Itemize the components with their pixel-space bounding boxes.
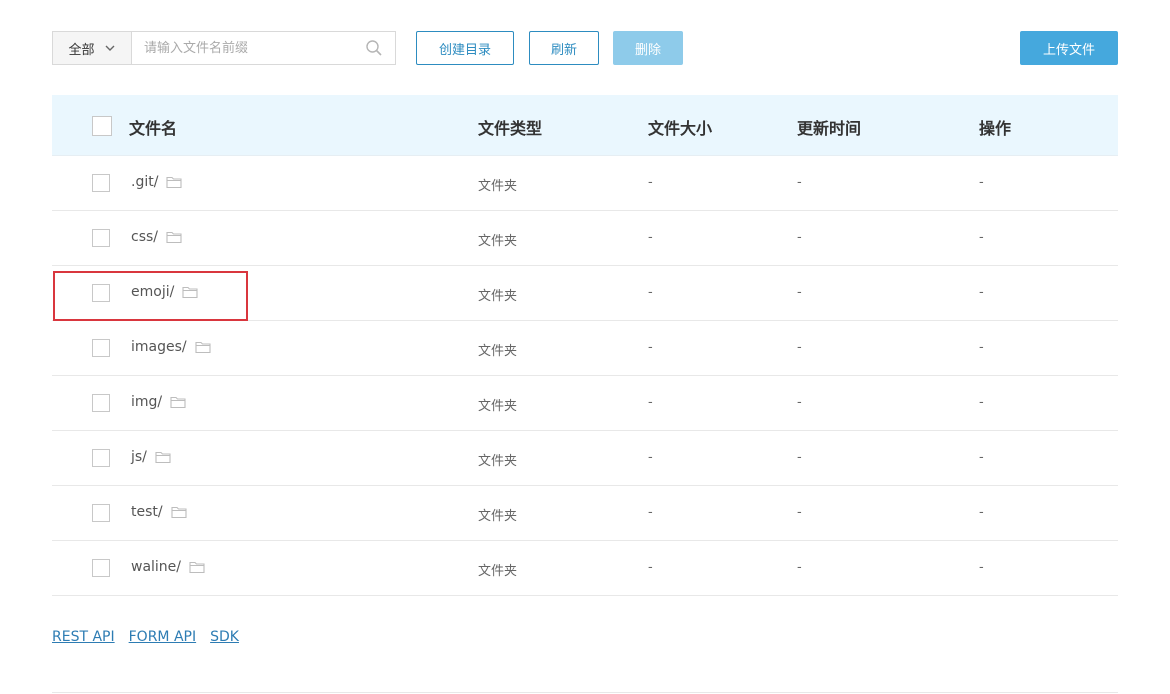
file-type: 文件夹 [478,179,518,194]
file-name[interactable]: js/ [131,449,147,465]
row-checkbox[interactable] [92,504,110,522]
refresh-button[interactable]: 刷新 [529,31,599,65]
header-updated: 更新时间 [797,119,862,138]
file-size: - [648,175,653,190]
footer-links: REST API FORM API SDK [52,629,239,645]
row-checkbox[interactable] [92,394,110,412]
file-updated: - [797,450,802,465]
file-name[interactable]: img/ [131,394,162,410]
header-actions: 操作 [979,119,1012,138]
folder-icon [166,175,182,189]
file-type: 文件夹 [478,454,518,469]
table-body: .git/文件夹 - - - css/文件夹 - - - emoji/文件夹 - - - images/… [52,156,1118,596]
file-size: - [648,505,653,520]
file-name[interactable]: css/ [131,229,158,245]
file-name[interactable]: waline/ [131,559,181,575]
table-row: waline/文件夹 - - - [52,541,1118,596]
file-type: 文件夹 [478,234,518,249]
table-row: emoji/文件夹 - - - [52,266,1118,321]
file-type: 文件夹 [478,344,518,359]
row-checkbox[interactable] [92,559,110,577]
file-name-cell[interactable]: css/ [131,229,182,245]
file-size: - [648,395,653,410]
folder-icon [171,505,187,519]
delete-button[interactable]: 删除 [613,31,683,65]
file-name[interactable]: .git/ [131,174,158,190]
file-size: - [648,560,653,575]
toolbar: 全部 创建目录 刷新 删除 上传文件 [52,31,1118,65]
file-name-cell[interactable]: waline/ [131,559,205,575]
file-table: 文件名 文件类型 文件大小 更新时间 操作 .git/文件夹 - - - css/文件夹… [52,95,1118,596]
search-icon[interactable] [365,39,383,57]
row-checkbox[interactable] [92,449,110,467]
file-type: 文件夹 [478,289,518,304]
folder-icon [166,230,182,244]
header-name: 文件名 [129,119,178,138]
file-updated: - [797,560,802,575]
table-row: css/文件夹 - - - [52,211,1118,266]
sdk-link[interactable]: SDK [210,629,239,645]
file-type: 文件夹 [478,399,518,414]
file-size: - [648,450,653,465]
file-actions: - [979,395,984,410]
table-row: img/文件夹 - - - [52,376,1118,431]
folder-icon [195,340,211,354]
file-updated: - [797,340,802,355]
table-row: js/文件夹 - - - [52,431,1118,486]
file-type: 文件夹 [478,509,518,524]
rest-api-link[interactable]: REST API [52,629,115,645]
file-name[interactable]: test/ [131,504,163,520]
file-size: - [648,230,653,245]
file-updated: - [797,395,802,410]
row-checkbox[interactable] [92,284,110,302]
file-actions: - [979,505,984,520]
filter-select-label: 全部 [68,42,95,58]
file-actions: - [979,560,984,575]
file-size: - [648,285,653,300]
file-size: - [648,340,653,355]
file-actions: - [979,340,984,355]
file-actions: - [979,230,984,245]
header-type: 文件类型 [478,119,543,138]
file-name[interactable]: images/ [131,339,187,355]
file-name-cell[interactable]: .git/ [131,174,182,190]
upload-file-button[interactable]: 上传文件 [1020,31,1118,65]
file-name-cell[interactable]: img/ [131,394,186,410]
create-directory-button[interactable]: 创建目录 [416,31,514,65]
table-row: test/文件夹 - - - [52,486,1118,541]
table-row: images/文件夹 - - - [52,321,1118,376]
file-updated: - [797,505,802,520]
file-name-cell[interactable]: js/ [131,449,171,465]
form-api-link[interactable]: FORM API [129,629,196,645]
row-checkbox[interactable] [92,339,110,357]
file-updated: - [797,285,802,300]
file-updated: - [797,230,802,245]
file-actions: - [979,450,984,465]
table-header: 文件名 文件类型 文件大小 更新时间 操作 [52,95,1118,156]
file-name-cell[interactable]: test/ [131,504,187,520]
file-actions: - [979,285,984,300]
file-name-cell[interactable]: images/ [131,339,211,355]
file-name[interactable]: emoji/ [131,284,174,300]
folder-icon [182,285,198,299]
header-size: 文件大小 [648,119,713,138]
filter-select[interactable]: 全部 [53,32,132,64]
folder-icon [170,395,186,409]
chevron-down-icon [104,42,116,54]
folder-icon [155,450,171,464]
search-input[interactable] [132,32,395,64]
row-checkbox[interactable] [92,229,110,247]
table-row: .git/文件夹 - - - [52,156,1118,211]
file-actions: - [979,175,984,190]
row-checkbox[interactable] [92,174,110,192]
folder-icon [189,560,205,574]
bottom-divider [52,692,1118,693]
file-name-cell[interactable]: emoji/ [131,284,198,300]
select-all-checkbox[interactable] [92,116,112,136]
file-updated: - [797,175,802,190]
file-type: 文件夹 [478,564,518,579]
filter-group: 全部 [52,31,396,65]
